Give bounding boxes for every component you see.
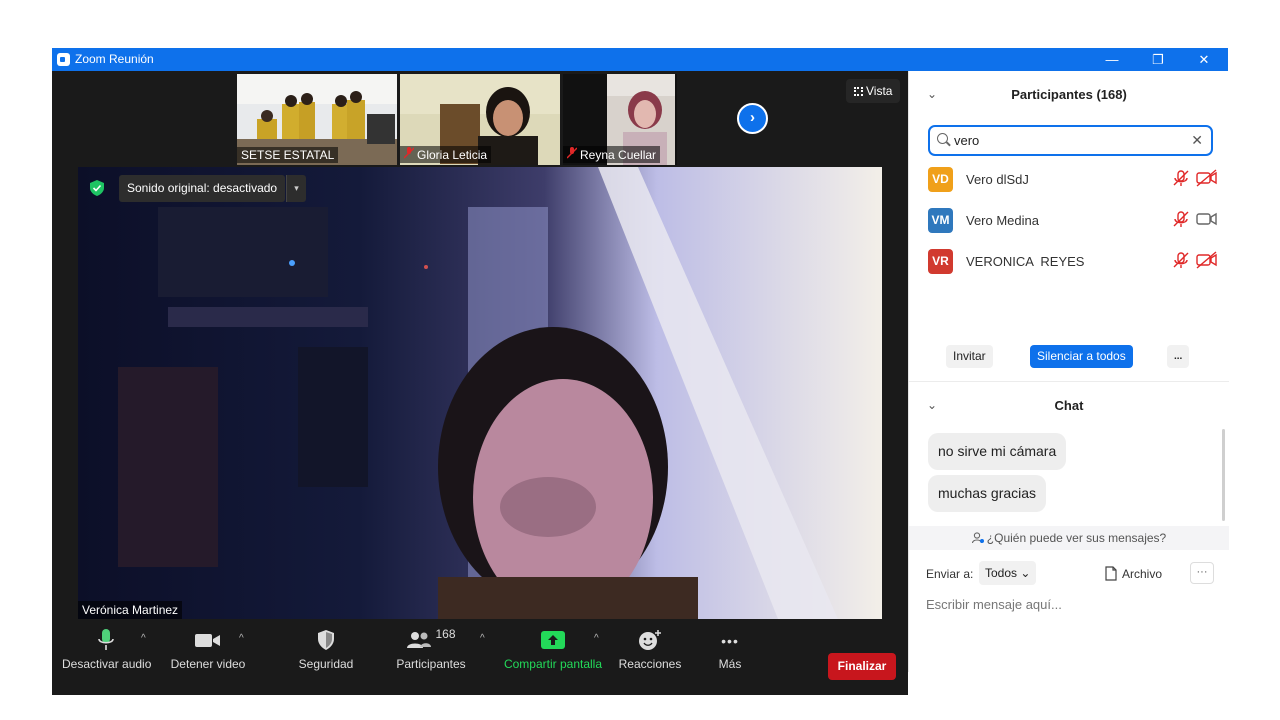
more-dots-icon: •••: [721, 633, 739, 649]
thumbnail-label: Reyna Cuellar: [563, 146, 661, 163]
title-bar: Zoom Reunión — ❐ ✕: [52, 48, 1228, 71]
search-input[interactable]: [954, 131, 1184, 150]
mic-muted-icon[interactable]: [1172, 210, 1190, 228]
reactions-label: Reacciones: [618, 657, 682, 671]
more-label: Más: [718, 657, 742, 671]
participant-name: Vero dlSdJ: [966, 172, 1029, 187]
search-icon: [937, 133, 948, 144]
thumbnail-gloria-leticia[interactable]: Gloria Leticia: [400, 74, 560, 165]
original-sound-dropdown[interactable]: ▾: [286, 175, 306, 202]
divider: [909, 381, 1229, 382]
next-page-button[interactable]: ›: [737, 103, 768, 134]
audio-options-caret[interactable]: ^: [141, 633, 146, 644]
mic-muted-icon[interactable]: [1172, 169, 1190, 187]
participant-search[interactable]: ✕: [928, 125, 1213, 156]
view-label: Vista: [866, 84, 893, 98]
smiley-plus-icon: [638, 629, 662, 654]
restore-button[interactable]: ❐: [1135, 48, 1181, 71]
shield-icon: [316, 629, 336, 654]
mute-audio-label: Desactivar audio: [62, 657, 152, 671]
file-icon: [1105, 566, 1117, 584]
participants-options-caret[interactable]: ^: [480, 633, 485, 644]
chevron-down-icon: ⌄: [1020, 566, 1031, 580]
send-to-dropdown[interactable]: Todos ⌄: [979, 561, 1037, 585]
chat-more-button[interactable]: ···: [1190, 562, 1214, 584]
participants-title: Participantes (168): [1011, 87, 1127, 102]
meeting-area: SETSE ESTATAL Gloria Leticia Reyna Cuell…: [52, 71, 908, 695]
chat-scrollbar[interactable]: [1222, 429, 1225, 521]
send-to-label: Enviar a:: [926, 567, 974, 581]
chat-title: Chat: [1054, 398, 1084, 413]
original-sound-toggle[interactable]: Sonido original: desactivado: [119, 175, 286, 202]
stop-video-button[interactable]: Detener video: [168, 627, 248, 671]
participant-name: SETSE ESTATAL: [241, 148, 335, 162]
video-camera-icon: [195, 631, 221, 652]
video-off-icon[interactable]: [1196, 169, 1218, 187]
stop-video-label: Detener video: [170, 657, 246, 671]
mute-audio-button[interactable]: Desactivar audio: [62, 627, 152, 671]
encryption-shield-icon: [88, 179, 106, 197]
participant-row[interactable]: VM Vero Medina: [928, 206, 1218, 234]
invite-button[interactable]: Invitar: [946, 345, 993, 368]
zoom-window: Zoom Reunión — ❐ ✕ SETSE ESTATAL Gloria …: [52, 48, 1229, 695]
participant-row[interactable]: VD Vero dlSdJ: [928, 165, 1218, 193]
active-speaker-video: [78, 167, 882, 619]
share-screen-button[interactable]: Compartir pantalla: [502, 627, 604, 671]
file-label: Archivo: [1122, 567, 1163, 581]
window-title: Zoom Reunión: [75, 52, 154, 66]
clear-search-icon[interactable]: ✕: [1191, 132, 1203, 149]
chat-message: muchas gracias: [928, 475, 1047, 512]
participant-name: VERONICA REYES: [966, 254, 1085, 269]
mute-all-button[interactable]: Silenciar a todos: [1030, 345, 1133, 368]
mic-muted-icon[interactable]: [1172, 251, 1190, 269]
participants-label: Participantes: [396, 657, 466, 671]
active-speaker-name: Verónica Martinez: [78, 601, 183, 619]
video-options-caret[interactable]: ^: [239, 633, 244, 644]
participant-row[interactable]: VR VERONICA REYES: [928, 247, 1218, 275]
participants-more-button[interactable]: ...: [1167, 345, 1190, 368]
speaker-video-frame: [118, 167, 838, 619]
end-meeting-button[interactable]: Finalizar: [828, 653, 896, 680]
participants-button[interactable]: 168 Participantes: [392, 627, 470, 671]
thumbnail-reyna-cuellar[interactable]: Reyna Cuellar: [563, 74, 677, 165]
thumbnail-label: SETSE ESTATAL: [237, 147, 339, 163]
microphone-icon: [97, 628, 115, 655]
participants-icon: [406, 630, 432, 653]
minimize-button[interactable]: —: [1089, 48, 1135, 71]
visibility-text: ¿Quién puede ver sus mensajes?: [986, 531, 1167, 545]
avatar: VD: [928, 167, 953, 192]
participant-name: Gloria Leticia: [417, 147, 488, 162]
video-camera-icon[interactable]: [1196, 210, 1218, 228]
message-visibility-info[interactable]: ¿Quién puede ver sus mensajes?: [909, 526, 1229, 550]
thumbnail-setse-estatal[interactable]: SETSE ESTATAL: [237, 74, 397, 165]
send-to-value: Todos: [985, 566, 1018, 580]
file-button[interactable]: Archivo: [1105, 566, 1162, 584]
avatar: VM: [928, 208, 953, 233]
close-button[interactable]: ✕: [1181, 48, 1227, 71]
thumbnail-label: Gloria Leticia: [400, 146, 492, 163]
chat-message: no sirve mi cámara: [928, 433, 1067, 470]
view-button[interactable]: Vista: [846, 79, 901, 103]
share-screen-label: Compartir pantalla: [503, 657, 603, 671]
share-options-caret[interactable]: ^: [594, 633, 599, 644]
chevron-right-icon: ›: [750, 109, 755, 126]
person-lock-icon: [971, 528, 984, 544]
participant-count: 168: [435, 627, 456, 641]
avatar: VR: [928, 249, 953, 274]
zoom-logo-icon: [57, 53, 70, 66]
share-screen-icon: [541, 630, 565, 652]
participant-name: Reyna Cuellar: [580, 147, 657, 162]
grid-icon: [854, 87, 863, 96]
mic-muted-icon: [566, 147, 578, 162]
security-label: Seguridad: [298, 657, 354, 671]
mic-muted-icon: [403, 147, 415, 162]
meeting-toolbar: Desactivar audio ^ Detener video ^ Segur…: [52, 621, 908, 695]
participant-name: Vero Medina: [966, 213, 1039, 228]
security-button[interactable]: Seguridad: [292, 627, 360, 671]
chat-message-input[interactable]: [926, 594, 1216, 614]
reactions-button[interactable]: Reacciones: [614, 627, 686, 671]
more-button[interactable]: ••• Más: [706, 627, 754, 671]
side-panel: ⌄ Participantes (168) ✕ VD Vero dlSdJ VM…: [908, 71, 1229, 672]
video-off-icon[interactable]: [1196, 251, 1218, 269]
